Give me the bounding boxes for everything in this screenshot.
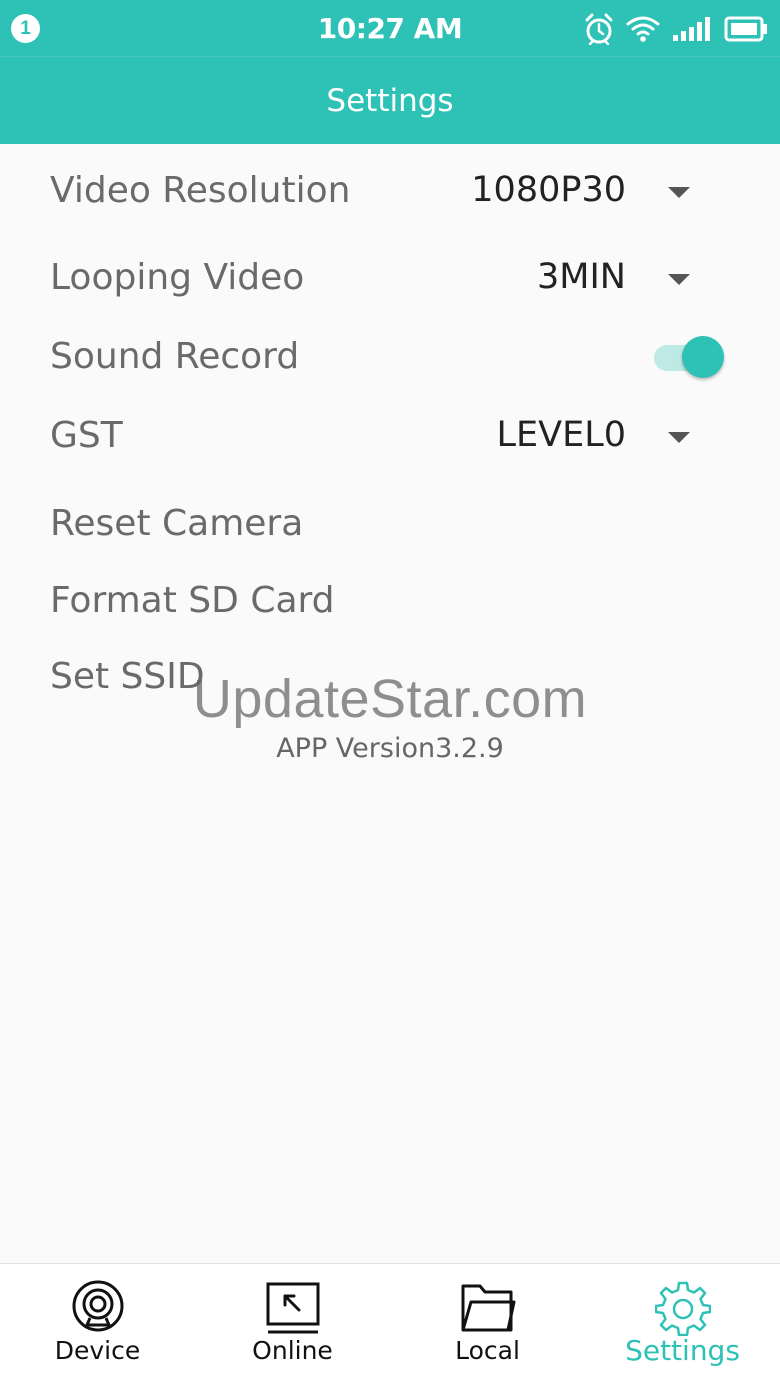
reset-camera-button[interactable]: Reset Camera xyxy=(0,493,780,553)
setting-label: Sound Record xyxy=(50,336,300,377)
nav-device[interactable]: Device xyxy=(0,1264,195,1387)
setting-label[interactable]: Format SD Card xyxy=(50,580,335,621)
setting-sound-record: Sound Record xyxy=(0,326,780,386)
nav-settings[interactable]: Settings xyxy=(585,1264,780,1387)
setting-video-resolution[interactable]: Video Resolution 1080P30 xyxy=(0,160,780,220)
setting-label: Video Resolution xyxy=(50,170,351,211)
page-title: Settings xyxy=(326,82,454,119)
caret-down-icon[interactable] xyxy=(668,432,690,443)
setting-value[interactable]: 3MIN xyxy=(537,257,626,297)
alarm-icon xyxy=(585,13,613,45)
nav-label: Settings xyxy=(625,1334,740,1367)
gear-icon xyxy=(655,1281,711,1336)
setting-looping-video[interactable]: Looping Video 3MIN xyxy=(0,247,780,307)
caret-down-icon[interactable] xyxy=(668,274,690,285)
sound-record-toggle[interactable] xyxy=(654,336,724,380)
app-bar: Settings xyxy=(0,56,780,144)
nav-label: Device xyxy=(54,1336,141,1365)
setting-label: GST xyxy=(50,415,123,456)
toggle-knob[interactable] xyxy=(682,336,724,378)
setting-gst[interactable]: GST LEVEL0 xyxy=(0,405,780,465)
setting-value[interactable]: LEVEL0 xyxy=(497,415,626,455)
nav-local[interactable]: Local xyxy=(390,1264,585,1387)
bottom-nav: Device Online Local Settings xyxy=(0,1263,780,1387)
nav-label: Online xyxy=(252,1336,333,1365)
wifi-icon xyxy=(626,16,660,42)
nav-label: Local xyxy=(455,1336,520,1365)
caret-down-icon[interactable] xyxy=(668,187,690,198)
webcam-icon xyxy=(72,1280,124,1332)
setting-value[interactable]: 1080P30 xyxy=(471,170,626,210)
watermark: UpdateStar.com xyxy=(192,669,588,729)
signal-icon xyxy=(673,17,710,41)
app-version: APP Version3.2.9 xyxy=(276,733,504,764)
folder-icon xyxy=(461,1284,516,1332)
nav-online[interactable]: Online xyxy=(195,1264,390,1387)
online-icon xyxy=(266,1282,320,1334)
status-bar: 1 10:27 AM xyxy=(0,0,780,56)
status-icons xyxy=(584,13,768,45)
setting-label: Looping Video xyxy=(50,257,305,298)
setting-label[interactable]: Reset Camera xyxy=(50,503,303,544)
format-sd-card-button[interactable]: Format SD Card xyxy=(0,570,780,630)
battery-icon xyxy=(724,16,767,42)
